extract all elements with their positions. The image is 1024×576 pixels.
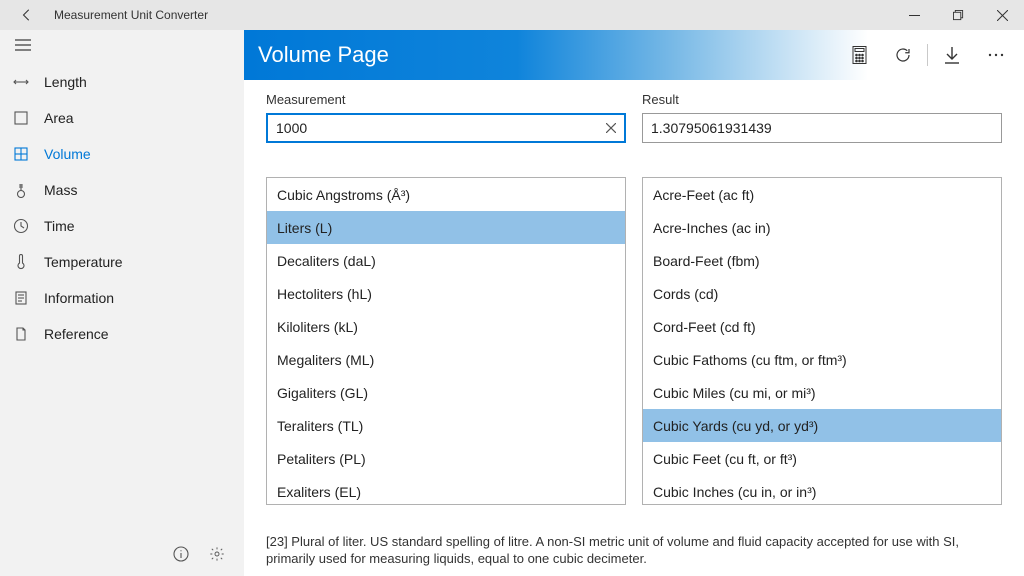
list-item[interactable]: Kiloliters (kL)	[267, 310, 625, 343]
refresh-button[interactable]	[881, 30, 925, 80]
result-label: Result	[642, 92, 1002, 107]
unit-lists: Cubic Angstroms (Å³)Liters (L)Decaliters…	[266, 177, 1002, 523]
clear-input-button[interactable]	[602, 119, 620, 137]
sidebar: Length Area Volume Mass Time Temperature Infor…	[0, 30, 244, 576]
more-button[interactable]	[974, 30, 1018, 80]
sidebar-item-time[interactable]: Time	[0, 208, 243, 244]
information-icon	[12, 289, 30, 307]
sidebar-item-label: Time	[44, 218, 75, 234]
sidebar-item-label: Reference	[44, 326, 109, 342]
minimize-button[interactable]	[892, 0, 936, 30]
list-item[interactable]: Teraliters (TL)	[267, 409, 625, 442]
list-item[interactable]: Cubic Angstroms (Å³)	[267, 178, 625, 211]
content-area: Volume Page Measurement	[244, 30, 1024, 576]
sidebar-item-reference[interactable]: Reference	[0, 316, 243, 352]
page-header: Volume Page	[244, 30, 1024, 80]
sidebar-item-mass[interactable]: Mass	[0, 172, 243, 208]
volume-icon	[12, 145, 30, 163]
list-item[interactable]: Gigaliters (GL)	[267, 376, 625, 409]
page-title: Volume Page	[258, 42, 389, 68]
list-item[interactable]: Acre-Feet (ac ft)	[643, 178, 1001, 211]
list-item[interactable]: Acre-Inches (ac in)	[643, 211, 1001, 244]
info-button[interactable]	[167, 540, 195, 568]
list-item[interactable]: Cubic Fathoms (cu ftm, or ftm³)	[643, 343, 1001, 376]
toolbar-divider	[927, 44, 928, 66]
sidebar-item-label: Information	[44, 290, 114, 306]
content-body: Measurement Result Cubic Angstroms (Å³)L…	[244, 80, 1024, 576]
sidebar-items: Length Area Volume Mass Time Temperature Infor…	[0, 60, 243, 352]
result-output[interactable]	[642, 113, 1002, 143]
header-tools	[837, 30, 1018, 80]
input-row: Measurement Result	[266, 92, 1002, 143]
measurement-input[interactable]	[266, 113, 626, 143]
list-item[interactable]: Liters (L)	[267, 211, 625, 244]
list-item[interactable]: Cubic Feet (cu ft, or ft³)	[643, 442, 1001, 475]
title-bar: Measurement Unit Converter	[0, 0, 1024, 30]
main-area: Length Area Volume Mass Time Temperature Infor…	[0, 30, 1024, 576]
list-item[interactable]: Board-Feet (fbm)	[643, 244, 1001, 277]
settings-button[interactable]	[203, 540, 231, 568]
sidebar-top	[0, 30, 243, 60]
close-button[interactable]	[980, 0, 1024, 30]
mass-icon	[12, 181, 30, 199]
sidebar-item-label: Mass	[44, 182, 77, 198]
result-column: Result	[642, 92, 1002, 143]
sidebar-item-length[interactable]: Length	[0, 64, 243, 100]
sidebar-item-label: Length	[44, 74, 87, 90]
list-item[interactable]: Cords (cd)	[643, 277, 1001, 310]
list-item[interactable]: Megaliters (ML)	[267, 343, 625, 376]
temperature-icon	[12, 253, 30, 271]
sidebar-item-label: Volume	[44, 146, 91, 162]
back-button[interactable]	[16, 4, 38, 26]
sidebar-item-label: Temperature	[44, 254, 123, 270]
measurement-label: Measurement	[266, 92, 626, 107]
sidebar-item-label: Area	[44, 110, 74, 126]
to-unit-list[interactable]: Acre-Feet (ac ft)Acre-Inches (ac in)Boar…	[642, 177, 1002, 505]
sidebar-bottom	[0, 534, 243, 576]
measurement-input-wrap	[266, 113, 626, 143]
measurement-column: Measurement	[266, 92, 626, 143]
list-item[interactable]: Hectoliters (hL)	[267, 277, 625, 310]
from-unit-list[interactable]: Cubic Angstroms (Å³)Liters (L)Decaliters…	[266, 177, 626, 505]
sidebar-item-area[interactable]: Area	[0, 100, 243, 136]
list-item[interactable]: Petaliters (PL)	[267, 442, 625, 475]
list-item[interactable]: Decaliters (daL)	[267, 244, 625, 277]
sidebar-item-temperature[interactable]: Temperature	[0, 244, 243, 280]
list-item[interactable]: Cord-Feet (cd ft)	[643, 310, 1001, 343]
length-icon	[12, 73, 30, 91]
list-item[interactable]: Cubic Yards (cu yd, or yd³)	[643, 409, 1001, 442]
list-item[interactable]: Exaliters (EL)	[267, 475, 625, 505]
list-item[interactable]: Cubic Miles (cu mi, or mi³)	[643, 376, 1001, 409]
sidebar-item-volume[interactable]: Volume	[0, 136, 243, 172]
unit-description: [23] Plural of liter. US standard spelli…	[266, 533, 1002, 568]
calculator-button[interactable]	[837, 30, 881, 80]
sidebar-item-information[interactable]: Information	[0, 280, 243, 316]
app-title: Measurement Unit Converter	[54, 8, 208, 22]
reference-icon	[12, 325, 30, 343]
time-icon	[12, 217, 30, 235]
area-icon	[12, 109, 30, 127]
list-item[interactable]: Cubic Inches (cu in, or in³)	[643, 475, 1001, 505]
hamburger-button[interactable]	[12, 34, 34, 56]
download-button[interactable]	[930, 30, 974, 80]
maximize-button[interactable]	[936, 0, 980, 30]
